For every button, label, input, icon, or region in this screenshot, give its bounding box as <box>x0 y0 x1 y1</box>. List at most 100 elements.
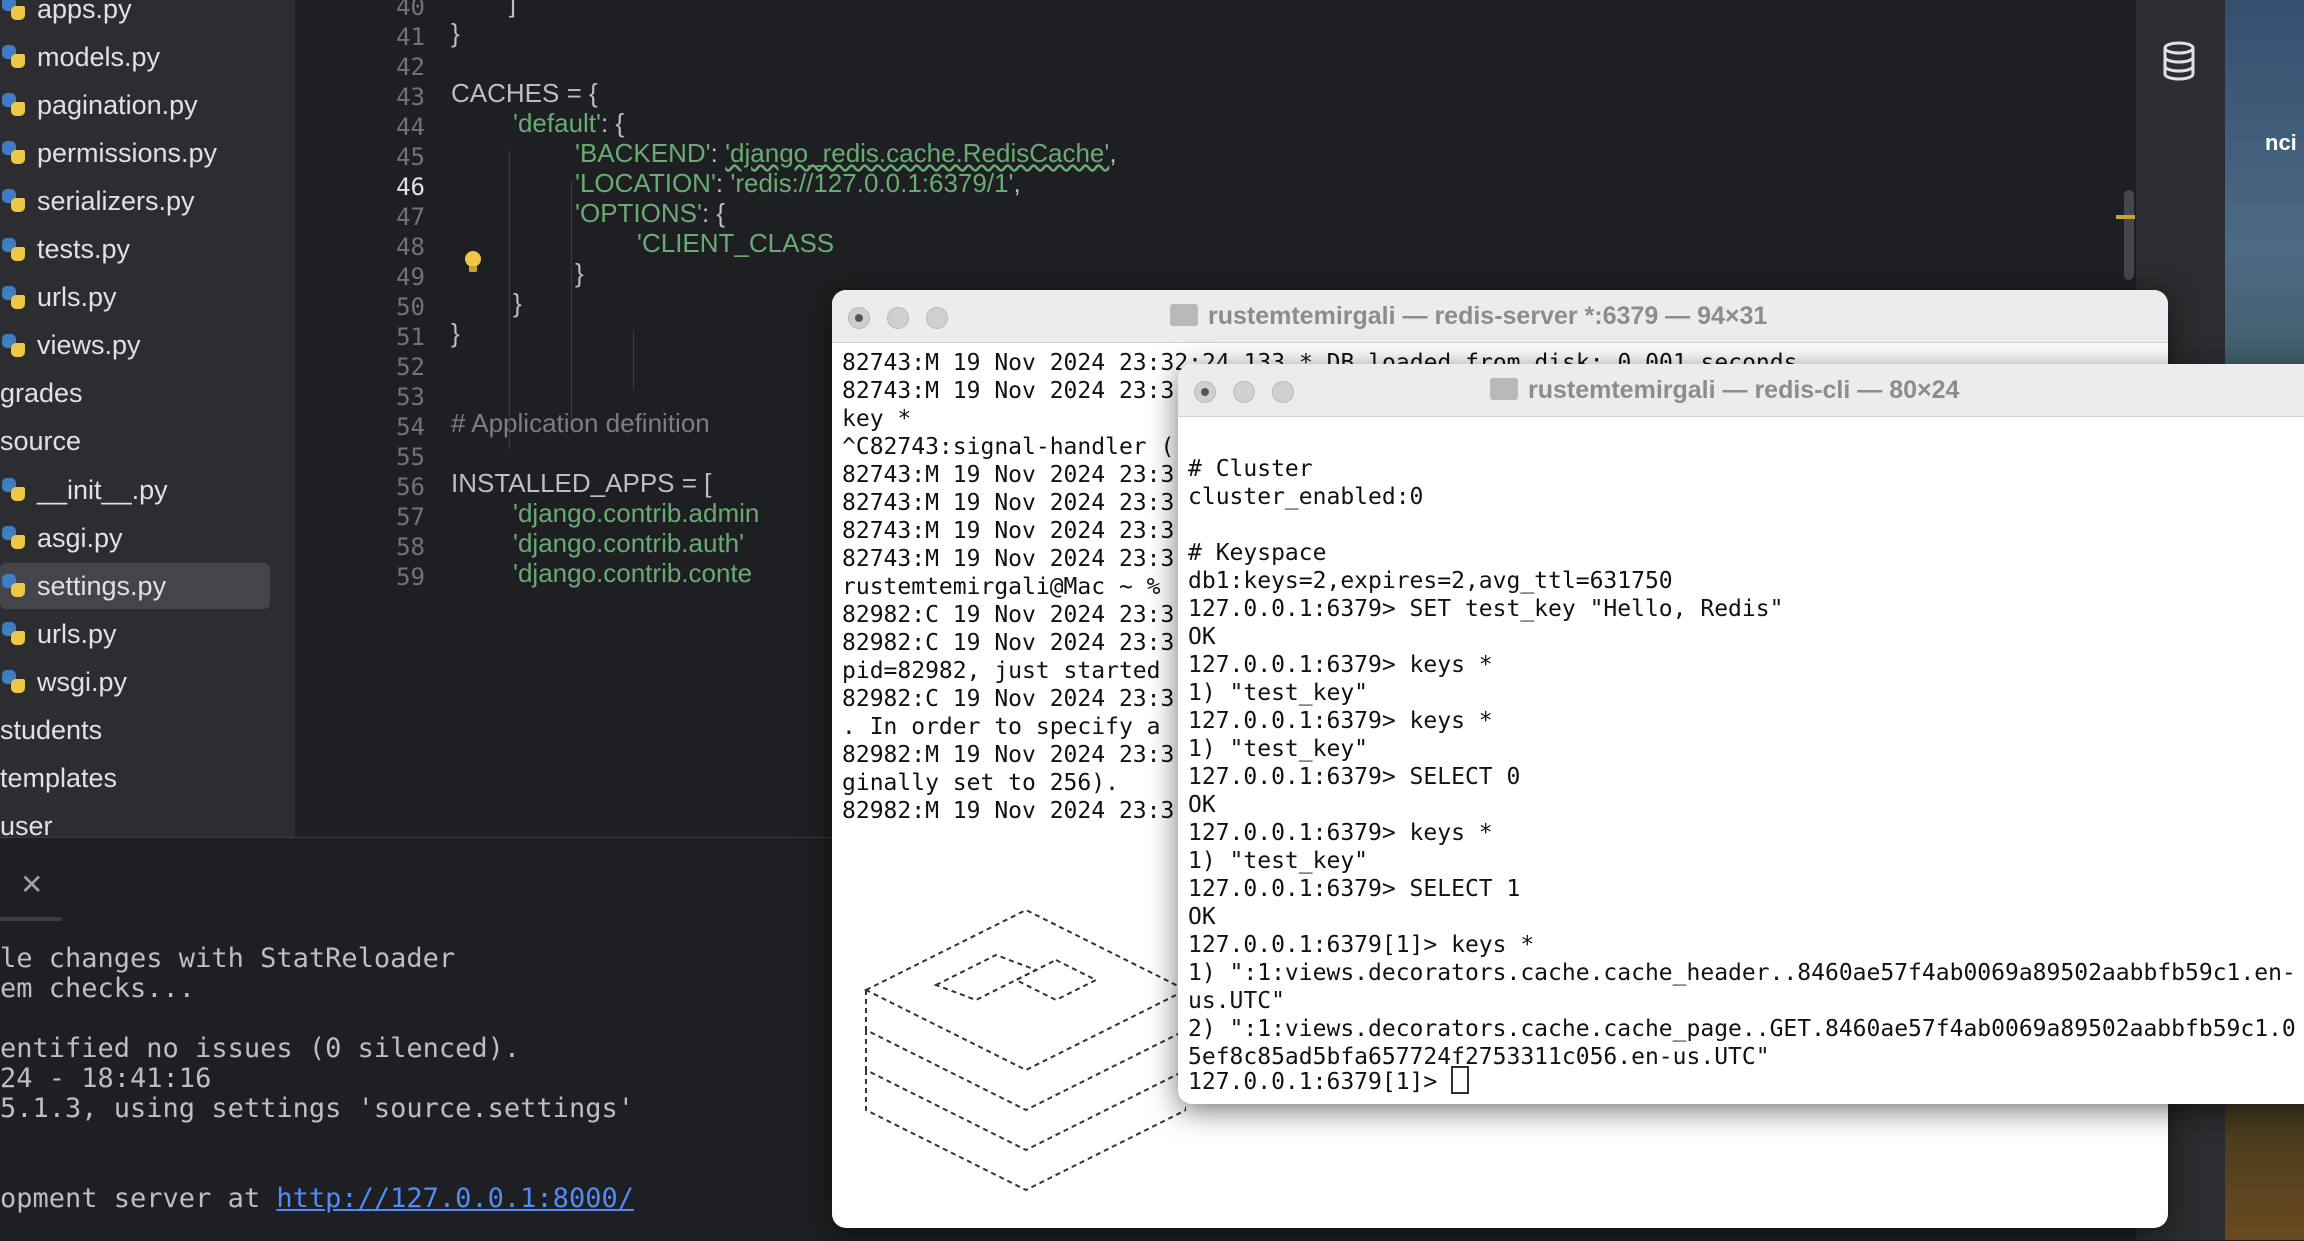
tree-item-label: settings.py <box>37 570 167 601</box>
tree-item-label: serializers.py <box>37 185 195 216</box>
indent-guide <box>509 150 510 450</box>
terminal-output-line: . In order to specify a <box>842 714 1161 740</box>
code-line-47: 'OPTIONS': { <box>575 198 726 228</box>
tree-item-label: source <box>0 426 82 457</box>
desktop-window-label: nci <box>2265 130 2297 155</box>
redis-cli-terminal-window[interactable]: rustemtemirgali — redis-cli — 80×24 # Cl… <box>1178 364 2304 1104</box>
tree-item-label: students <box>0 715 103 745</box>
editor-scrollbar[interactable] <box>2124 190 2134 280</box>
tree-file-item[interactable]: serializers.py <box>0 178 195 224</box>
terminal-output-line: 82743:M 19 Nov 2024 23:3 <box>842 378 1175 404</box>
tree-folder-item[interactable]: grades <box>0 371 83 417</box>
tree-item-label: grades <box>0 378 83 409</box>
tree-item-label: urls.py <box>37 618 117 649</box>
tree-file-item[interactable]: urls.py <box>0 611 117 657</box>
terminal-output-line: # Keyspace <box>1188 540 1327 566</box>
line-number: 40 <box>396 0 425 21</box>
tree-file-item[interactable]: asgi.py <box>0 515 123 561</box>
code-line-57: 'django.contrib.admin <box>513 498 760 528</box>
terminal-output-line: # Cluster <box>1188 456 1313 482</box>
terminal-output-line: 82743:M 19 Nov 2024 23:3 <box>842 518 1175 544</box>
terminal-output-line: 82743:M 19 Nov 2024 23:3 <box>842 490 1175 516</box>
run-tab-indicator <box>0 917 62 921</box>
close-window-button[interactable] <box>848 307 870 329</box>
minimize-window-button[interactable] <box>1233 381 1255 403</box>
database-icon[interactable] <box>2156 38 2202 84</box>
python-file-icon <box>0 620 28 648</box>
close-icon[interactable]: ✕ <box>20 868 43 901</box>
close-window-button[interactable] <box>1194 381 1216 403</box>
tree-file-item[interactable]: permissions.py <box>0 130 217 176</box>
zoom-window-button[interactable] <box>1272 381 1294 403</box>
line-number: 57 <box>396 503 425 531</box>
line-number: 43 <box>396 83 425 111</box>
code-line-46: 'LOCATION': 'redis://127.0.0.1:6379/1', <box>575 168 1021 198</box>
tree-item-label: models.py <box>37 41 161 72</box>
terminal-output-line: 127.0.0.1:6379> SELECT 0 <box>1188 764 1521 790</box>
zoom-window-button[interactable] <box>926 307 948 329</box>
server-link[interactable]: http://127.0.0.1:8000/ <box>276 1183 634 1214</box>
tree-folder-item[interactable]: students <box>0 708 102 754</box>
code-line-50: } <box>513 288 522 318</box>
console-output-line: 24 - 18:41:16 <box>0 1063 212 1094</box>
tree-item-label: pagination.py <box>37 89 198 120</box>
terminal-output-line: 1) "test_key" <box>1188 680 1369 706</box>
window-titlebar[interactable]: rustemtemirgali — redis-cli — 80×24 <box>1178 364 2304 417</box>
code-line-49: } <box>575 258 584 288</box>
server-address-line: opment server at http://127.0.0.1:8000/ <box>0 1183 634 1214</box>
terminal-output-line: 127.0.0.1:6379> keys * <box>1188 652 1493 678</box>
tree-item-label: templates <box>0 763 118 794</box>
code-line-41: } <box>451 18 460 48</box>
minimize-window-button[interactable] <box>887 307 909 329</box>
redis-ascii-logo <box>863 908 1186 1192</box>
terminal-output-line: OK <box>1188 904 1216 930</box>
line-number: 48 <box>396 233 425 261</box>
tree-item-label: asgi.py <box>37 522 123 553</box>
code-line-44: 'default': { <box>513 108 625 138</box>
editor-gutter: 40 41 42 43 44 45 46 47 48 49 50 51 52 53 54 55 56 57 58 59 <box>295 0 445 837</box>
text-cursor <box>1451 1066 1470 1094</box>
line-number: 55 <box>396 443 425 471</box>
terminal-output-line: 127.0.0.1:6379> keys * <box>1188 708 1493 734</box>
cli-prompt-line[interactable]: 127.0.0.1:6379[1]> <box>1188 1066 1470 1095</box>
python-file-icon <box>0 43 28 71</box>
line-number: 52 <box>396 353 425 381</box>
tree-file-item[interactable]: tests.py <box>0 227 130 273</box>
tree-file-item[interactable]: pagination.py <box>0 82 198 128</box>
terminal-output-line: 82743:M 19 Nov 2024 23:3 <box>842 462 1175 488</box>
window-titlebar[interactable]: rustemtemirgali — redis-server *:6379 — … <box>832 290 2168 343</box>
tree-file-item[interactable]: apps.py <box>0 0 132 32</box>
terminal-output-line: 1) "test_key" <box>1188 848 1369 874</box>
terminal-output-line: 82743:M 19 Nov 2024 23:3 <box>842 546 1175 572</box>
tree-item-label: apps.py <box>37 0 132 24</box>
tree-file-item[interactable]: __init__.py <box>0 467 168 513</box>
code-line-45: 'BACKEND': 'django_redis.cache.RedisCach… <box>575 138 1117 168</box>
window-title: rustemtemirgali — redis-server *:6379 — … <box>1170 302 1767 331</box>
tree-file-item[interactable]: settings.py <box>0 563 270 610</box>
line-number: 45 <box>396 143 425 171</box>
code-line-54: # Application definition <box>451 408 710 438</box>
tree-file-item[interactable]: models.py <box>0 34 160 80</box>
python-file-icon <box>0 236 28 264</box>
python-file-icon <box>0 284 28 312</box>
python-file-icon <box>0 139 28 167</box>
tree-item-label: views.py <box>37 330 141 361</box>
tree-file-item[interactable]: urls.py <box>0 275 117 321</box>
python-file-icon <box>0 187 28 215</box>
line-number: 54 <box>396 413 425 441</box>
python-file-icon <box>0 524 28 552</box>
tree-file-item[interactable]: views.py <box>0 323 141 369</box>
line-number: 44 <box>396 113 425 141</box>
tree-folder-item[interactable]: source <box>0 419 81 465</box>
tree-file-item[interactable]: wsgi.py <box>0 659 127 705</box>
code-line-56: INSTALLED_APPS = [ <box>451 468 712 498</box>
lightbulb-icon[interactable] <box>463 250 483 274</box>
line-number: 49 <box>396 263 425 291</box>
line-number: 53 <box>396 383 425 411</box>
tree-folder-item[interactable]: templates <box>0 756 117 802</box>
line-number: 51 <box>396 323 425 351</box>
indent-guide <box>633 330 634 390</box>
line-number: 47 <box>396 203 425 231</box>
python-file-icon <box>0 332 28 360</box>
code-line-51: } <box>451 318 460 348</box>
